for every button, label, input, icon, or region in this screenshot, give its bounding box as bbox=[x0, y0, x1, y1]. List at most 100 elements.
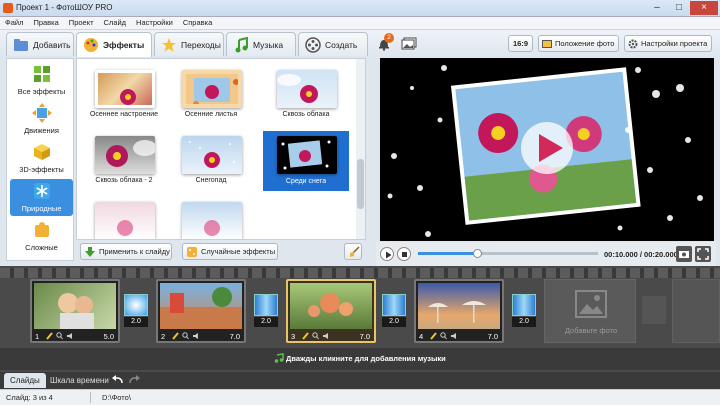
sound-icon[interactable] bbox=[192, 332, 199, 340]
effect-item[interactable]: Осеннее настроение bbox=[81, 68, 167, 124]
tab-timeline[interactable]: Шкала времени bbox=[44, 373, 115, 388]
effect-item[interactable] bbox=[81, 200, 167, 239]
transition-item[interactable]: 2.0 bbox=[512, 294, 536, 328]
maximize-button[interactable]: □ bbox=[668, 1, 690, 15]
sound-icon[interactable] bbox=[322, 332, 329, 340]
photo-position-button[interactable]: Положение фото bbox=[538, 35, 620, 52]
effect-item[interactable]: Сквозь облака bbox=[263, 68, 349, 124]
star-icon bbox=[161, 37, 177, 53]
effect-thumbnail bbox=[182, 136, 242, 174]
effects-grid: Осеннее настроение Осенние листья Сквозь… bbox=[76, 58, 366, 240]
main-tabs: Добавить Эффекты Переходы Музыка Создать bbox=[0, 30, 372, 57]
slide-card[interactable]: 4 7.0 bbox=[414, 279, 504, 343]
effect-item[interactable]: Осенние листья bbox=[168, 68, 254, 124]
apply-to-slide-button[interactable]: Применить к слайду bbox=[80, 243, 172, 260]
category-complex[interactable]: Сложные bbox=[10, 218, 73, 255]
undo-icon[interactable] bbox=[112, 375, 124, 385]
zoom-icon[interactable] bbox=[182, 332, 189, 340]
effect-item-selected[interactable]: Среди снега bbox=[263, 131, 349, 191]
menu-settings[interactable]: Настройки bbox=[131, 17, 178, 28]
redo-icon[interactable] bbox=[128, 375, 140, 385]
move-arrows-icon bbox=[32, 103, 52, 123]
menu-edit[interactable]: Правка bbox=[28, 17, 63, 28]
slide-card-selected[interactable]: 3 7.0 bbox=[286, 279, 376, 343]
transition-item[interactable]: 2.0 bbox=[382, 294, 406, 328]
effects-scrollbar[interactable] bbox=[356, 59, 365, 239]
transition-item[interactable]: 2.0 bbox=[124, 294, 148, 328]
app-icon bbox=[3, 3, 13, 13]
slide-thumbnail bbox=[418, 283, 500, 329]
category-all-effects[interactable]: Все эффекты bbox=[10, 62, 73, 99]
effect-thumbnail bbox=[95, 136, 155, 174]
edit-pencil-icon[interactable] bbox=[430, 332, 437, 340]
category-label: Природные bbox=[21, 204, 62, 213]
effect-item[interactable]: Сквозь облака - 2 bbox=[81, 134, 167, 190]
category-motion[interactable]: Движения bbox=[10, 101, 73, 138]
slide-duration: 5.0 bbox=[103, 332, 114, 341]
fullscreen-button[interactable] bbox=[695, 246, 711, 262]
photo-position-label: Положение фото bbox=[555, 39, 615, 48]
slide-card[interactable]: 1 5.0 bbox=[30, 279, 120, 343]
zoom-icon[interactable] bbox=[312, 332, 319, 340]
effect-item[interactable] bbox=[168, 200, 254, 239]
seek-bar[interactable] bbox=[418, 249, 598, 258]
clear-effect-button[interactable] bbox=[344, 243, 362, 260]
broom-icon bbox=[348, 246, 360, 258]
category-label: 3D-эффекты bbox=[19, 165, 64, 174]
project-settings-label: Настройки проекта bbox=[641, 39, 708, 48]
tab-slides[interactable]: Слайды bbox=[4, 373, 46, 388]
apply-label: Применить к слайду bbox=[99, 247, 170, 256]
tab-effects[interactable]: Эффекты bbox=[76, 32, 152, 57]
menu-slide[interactable]: Слайд bbox=[99, 17, 132, 28]
puzzle-piece-icon bbox=[32, 220, 52, 240]
photo-frame-icon bbox=[542, 39, 552, 49]
effect-thumbnail bbox=[95, 202, 155, 239]
effect-item[interactable]: Снегопад bbox=[168, 134, 254, 190]
edit-pencil-icon[interactable] bbox=[302, 332, 309, 340]
music-track[interactable]: Дважды кликните для добавления музыки bbox=[0, 348, 720, 370]
stop-button[interactable] bbox=[397, 247, 411, 261]
preview-toolbar: 2 16:9 Положение фото Настройки проекта bbox=[372, 30, 720, 57]
minimize-button[interactable]: – bbox=[646, 1, 668, 15]
photo-stack-icon[interactable] bbox=[401, 37, 417, 51]
zoom-icon[interactable] bbox=[56, 332, 63, 340]
slide-card[interactable]: 2 7.0 bbox=[156, 279, 246, 343]
tab-transitions[interactable]: Переходы bbox=[154, 32, 224, 56]
snapshot-button[interactable] bbox=[676, 246, 692, 262]
view-tabs: Слайды Шкала времени bbox=[0, 372, 720, 389]
add-photo-slot[interactable]: Добавьте фото bbox=[544, 279, 636, 343]
seek-handle[interactable] bbox=[473, 249, 483, 258]
category-nature[interactable]: Природные bbox=[10, 179, 73, 216]
preview-player[interactable] bbox=[380, 58, 714, 241]
zoom-icon[interactable] bbox=[440, 332, 447, 340]
aspect-ratio-button[interactable]: 16:9 bbox=[508, 35, 534, 52]
menu-project[interactable]: Проект bbox=[64, 17, 99, 28]
category-3d-effects[interactable]: 3D-эффекты bbox=[10, 140, 73, 177]
play-button[interactable] bbox=[380, 247, 394, 261]
menu-file[interactable]: Файл bbox=[0, 17, 28, 28]
transition-duration: 2.0 bbox=[124, 317, 148, 327]
tab-add[interactable]: Добавить bbox=[6, 32, 74, 56]
transition-item[interactable]: 2.0 bbox=[254, 294, 278, 328]
transition-thumbnail bbox=[382, 294, 406, 316]
sound-icon[interactable] bbox=[66, 332, 73, 340]
slide-duration: 7.0 bbox=[229, 332, 240, 341]
sound-icon[interactable] bbox=[450, 332, 457, 340]
tab-create[interactable]: Создать bbox=[298, 32, 368, 56]
empty-transition-slot bbox=[642, 296, 666, 324]
slide-duration: 7.0 bbox=[359, 332, 370, 341]
close-button[interactable]: × bbox=[690, 1, 718, 15]
project-settings-button[interactable]: Настройки проекта bbox=[624, 35, 713, 52]
image-placeholder-icon bbox=[575, 290, 607, 318]
slide-duration: 7.0 bbox=[487, 332, 498, 341]
snowflake-icon bbox=[32, 181, 52, 201]
add-photo-label: Добавьте фото bbox=[564, 326, 618, 335]
scrollbar-thumb[interactable] bbox=[357, 159, 364, 209]
edit-pencil-icon[interactable] bbox=[46, 332, 53, 340]
tab-music[interactable]: Музыка bbox=[226, 32, 296, 56]
menu-help[interactable]: Справка bbox=[178, 17, 217, 28]
tab-add-label: Добавить bbox=[33, 40, 71, 50]
random-effects-button[interactable]: Случайные эффекты bbox=[182, 243, 278, 260]
edit-pencil-icon[interactable] bbox=[172, 332, 179, 340]
slide-number: 1 bbox=[35, 332, 40, 341]
